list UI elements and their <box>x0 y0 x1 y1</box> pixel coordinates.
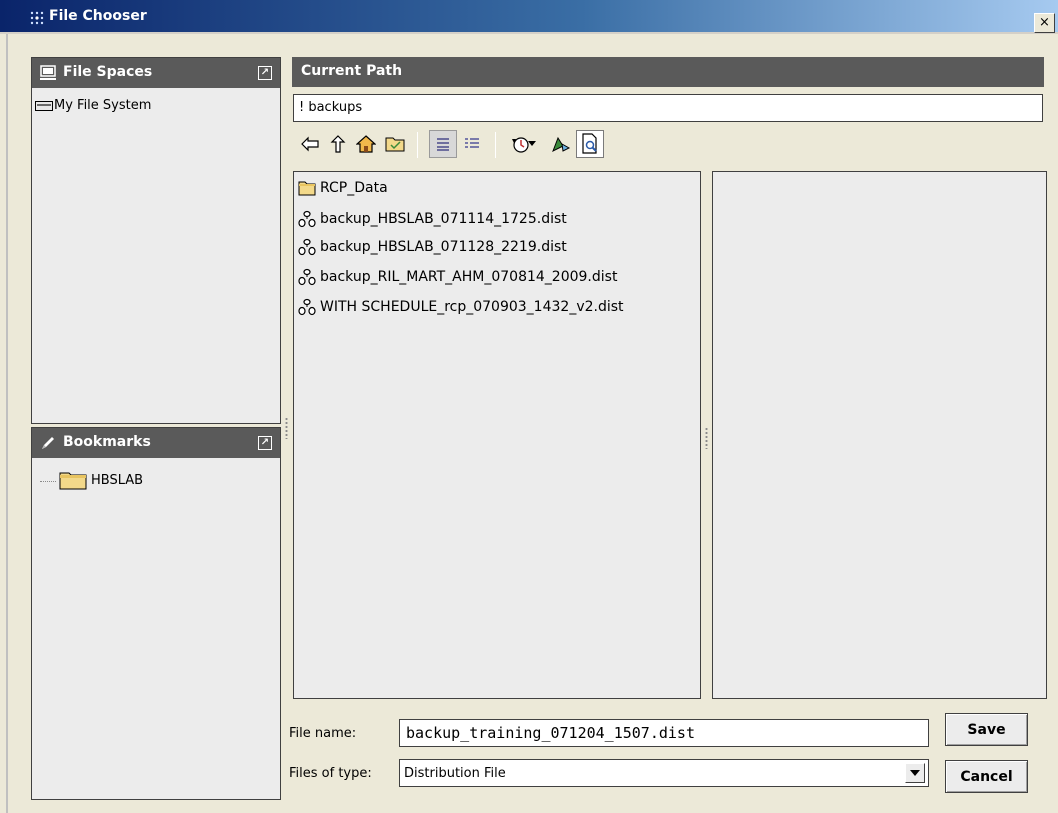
current-path-title: Current Path <box>301 63 403 79</box>
save-button[interactable]: Save <box>945 713 1028 746</box>
file-list-item[interactable]: WITH SCHEDULE_rcp_070903_1432_v2.dist <box>298 296 624 318</box>
file-type-label: Files of type: <box>289 766 372 781</box>
folder-icon <box>298 181 316 196</box>
file-name-label: File name: <box>289 726 357 741</box>
preview-pane <box>712 171 1047 699</box>
right-splitter-handle[interactable] <box>705 427 708 449</box>
cancel-button[interactable]: Cancel <box>945 760 1028 793</box>
window-title: File Chooser <box>49 8 147 24</box>
new-folder-button[interactable] <box>381 130 409 158</box>
find-button[interactable] <box>547 130 575 158</box>
find-icon <box>552 136 571 153</box>
bookmarks-title: Bookmarks <box>63 434 151 450</box>
list-view-icon <box>437 138 449 151</box>
close-icon: × <box>1039 15 1050 30</box>
new-folder-icon <box>385 137 405 152</box>
drive-icon <box>35 100 53 111</box>
home-icon <box>356 135 376 153</box>
home-button[interactable] <box>352 130 380 158</box>
folder-icon <box>59 472 87 490</box>
file-space-item[interactable]: My File System <box>35 98 151 113</box>
up-icon <box>330 135 346 153</box>
tree-connector <box>40 481 56 482</box>
maximize-bookmarks-button[interactable]: ↗ <box>258 436 272 450</box>
chevron-down-icon <box>910 770 920 776</box>
left-splitter-handle[interactable] <box>285 417 288 439</box>
maximize-file-spaces-button[interactable]: ↗ <box>258 66 272 80</box>
file-name: backup_HBSLAB_071114_1725.dist <box>320 211 567 227</box>
up-button[interactable] <box>324 130 352 158</box>
list-view-button[interactable] <box>429 130 457 158</box>
bookmark-item[interactable]: HBSLAB <box>59 470 143 490</box>
file-list[interactable]: RCP_Data backup_HBSLAB_071114_1725.dist … <box>293 171 701 699</box>
file-name-value: backup_training_071204_1507.dist <box>406 724 695 742</box>
current-path-value: ! backups <box>299 100 363 115</box>
current-path-field[interactable]: ! backups <box>293 94 1043 122</box>
bookmarks-panel: Bookmarks ↗ HBSLAB <box>31 427 281 800</box>
preview-icon <box>582 133 597 154</box>
file-list-item[interactable]: backup_HBSLAB_071114_1725.dist <box>298 208 567 230</box>
distribution-file-icon <box>298 298 316 316</box>
window-border <box>0 34 10 813</box>
distribution-file-icon <box>298 268 316 286</box>
file-spaces-panel: File Spaces ↗ My File System <box>31 57 281 424</box>
distribution-file-icon <box>298 238 316 256</box>
file-type-dropdown-button[interactable] <box>905 763 925 783</box>
back-button[interactable] <box>296 130 324 158</box>
distribution-file-icon <box>298 210 316 228</box>
close-button[interactable]: × <box>1034 13 1055 33</box>
file-spaces-header: File Spaces ↗ <box>32 58 280 88</box>
current-path-header: Current Path <box>292 57 1044 87</box>
preview-button[interactable] <box>576 130 604 158</box>
bookmark-pen-icon <box>42 437 54 449</box>
toolbar-separator <box>417 132 418 158</box>
computer-icon <box>40 65 56 80</box>
file-name: WITH SCHEDULE_rcp_070903_1432_v2.dist <box>320 299 624 315</box>
file-name-input[interactable]: backup_training_071204_1507.dist <box>399 719 929 747</box>
history-dropdown-button[interactable] <box>525 130 539 158</box>
file-name: backup_HBSLAB_071128_2219.dist <box>320 239 567 255</box>
bookmark-label: HBSLAB <box>91 472 144 488</box>
details-view-icon <box>465 138 479 148</box>
file-list-item[interactable]: backup_RIL_MART_AHM_070814_2009.dist <box>298 266 617 288</box>
save-button-label: Save <box>967 721 1006 738</box>
file-spaces-title: File Spaces <box>63 64 153 80</box>
title-bar: File Chooser × <box>0 0 1058 34</box>
file-type-select[interactable]: Distribution File <box>399 759 929 787</box>
app-icon <box>30 11 44 25</box>
maximize-icon: ↗ <box>260 67 270 78</box>
file-type-value: Distribution File <box>404 766 506 781</box>
cancel-button-label: Cancel <box>960 768 1013 785</box>
back-icon <box>301 136 319 152</box>
bookmarks-header: Bookmarks ↗ <box>32 428 280 458</box>
file-list-item[interactable]: backup_HBSLAB_071128_2219.dist <box>298 236 567 258</box>
history-dropdown-icon <box>528 141 536 146</box>
toolbar-separator <box>495 132 496 158</box>
details-view-button[interactable] <box>458 130 486 158</box>
maximize-icon: ↗ <box>260 437 270 448</box>
file-name: RCP_Data <box>320 180 388 196</box>
file-space-label: My File System <box>54 98 152 113</box>
file-list-item[interactable]: RCP_Data <box>298 177 388 199</box>
file-name: backup_RIL_MART_AHM_070814_2009.dist <box>320 269 618 285</box>
